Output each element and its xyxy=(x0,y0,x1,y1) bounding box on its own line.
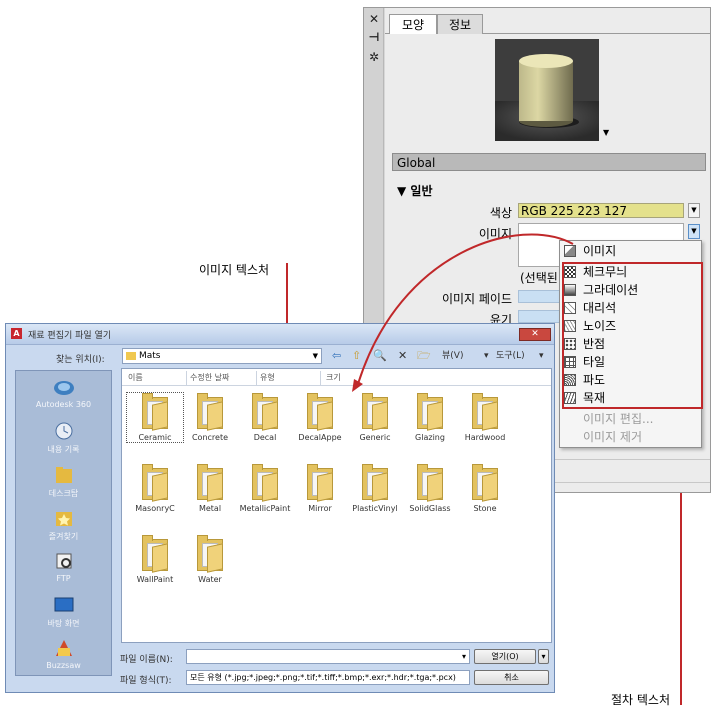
callout-arrow xyxy=(352,233,574,392)
